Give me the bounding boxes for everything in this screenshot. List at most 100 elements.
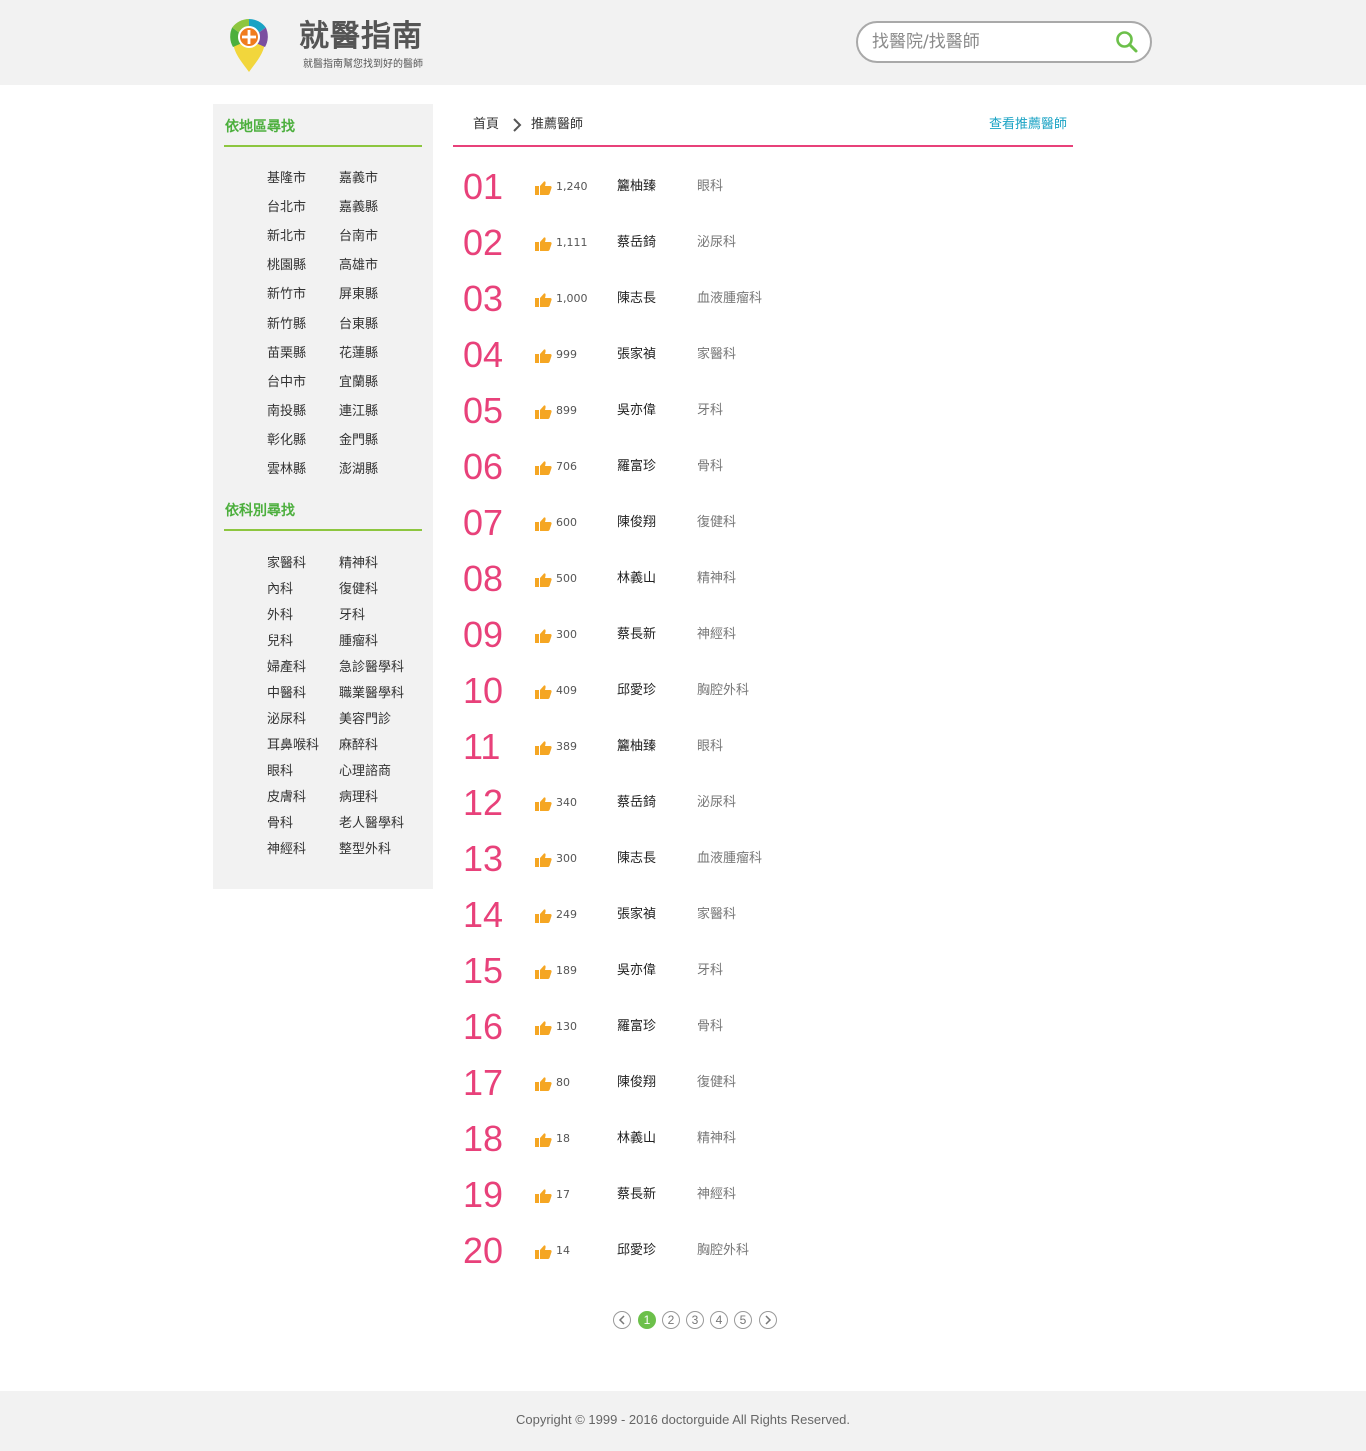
doctor-name-link[interactable]: 蔡岳錡 bbox=[617, 794, 656, 812]
doctor-name-link[interactable]: 陳俊翔 bbox=[617, 514, 656, 532]
region-link[interactable]: 嘉義縣 bbox=[339, 199, 378, 217]
thumbs-up-icon[interactable] bbox=[535, 1188, 552, 1203]
thumbs-up-icon[interactable] bbox=[535, 1244, 552, 1259]
thumbs-up-icon[interactable] bbox=[535, 1020, 552, 1035]
region-link[interactable]: 新北市 bbox=[267, 228, 306, 246]
department-link[interactable]: 耳鼻喉科 bbox=[267, 737, 319, 755]
department-link[interactable]: 復健科 bbox=[339, 581, 378, 599]
region-link[interactable]: 台東縣 bbox=[339, 316, 378, 334]
thumbs-up-icon[interactable] bbox=[535, 292, 552, 307]
doctor-name-link[interactable]: 邱愛珍 bbox=[617, 682, 656, 700]
thumbs-up-icon[interactable] bbox=[535, 964, 552, 979]
thumbs-up-icon[interactable] bbox=[535, 908, 552, 923]
region-link[interactable]: 嘉義市 bbox=[339, 170, 378, 188]
doctor-name-link[interactable]: 籭柚臻 bbox=[617, 738, 656, 756]
breadcrumb-home[interactable]: 首頁 bbox=[473, 116, 499, 134]
region-link[interactable]: 連江縣 bbox=[339, 403, 378, 421]
region-link[interactable]: 金門縣 bbox=[339, 432, 378, 450]
doctor-name-link[interactable]: 吳亦偉 bbox=[617, 402, 656, 420]
department-link[interactable]: 麻醉科 bbox=[339, 737, 378, 755]
department-link[interactable]: 職業醫學科 bbox=[339, 685, 404, 703]
department-link[interactable]: 整型外科 bbox=[339, 841, 391, 859]
department-link[interactable]: 腫瘤科 bbox=[339, 633, 378, 651]
thumbs-up-icon[interactable] bbox=[535, 348, 552, 363]
region-link[interactable]: 高雄市 bbox=[339, 257, 378, 275]
region-link[interactable]: 屏東縣 bbox=[339, 286, 378, 304]
thumbs-up-icon[interactable] bbox=[535, 1132, 552, 1147]
department-link[interactable]: 眼科 bbox=[267, 763, 293, 781]
region-link[interactable]: 新竹縣 bbox=[267, 316, 306, 334]
department-link[interactable]: 泌尿科 bbox=[267, 711, 306, 729]
thumbs-up-icon[interactable] bbox=[535, 516, 552, 531]
region-link[interactable]: 台中市 bbox=[267, 374, 306, 392]
region-link[interactable]: 苗栗縣 bbox=[267, 345, 306, 363]
department-link[interactable]: 皮膚科 bbox=[267, 789, 306, 807]
page-button[interactable]: 2 bbox=[662, 1311, 680, 1329]
doctor-name-link[interactable]: 蔡岳錡 bbox=[617, 234, 656, 252]
region-link[interactable]: 桃園縣 bbox=[267, 257, 306, 275]
doctor-name-link[interactable]: 蔡長新 bbox=[617, 626, 656, 644]
department-link[interactable]: 心理諮商 bbox=[339, 763, 391, 781]
department-link[interactable]: 婦產科 bbox=[267, 659, 306, 677]
page-button[interactable]: 4 bbox=[710, 1311, 728, 1329]
thumbs-up-icon[interactable] bbox=[535, 236, 552, 251]
doctor-name-link[interactable]: 林義山 bbox=[617, 570, 656, 588]
thumbs-up-icon[interactable] bbox=[535, 852, 552, 867]
doctor-name-link[interactable]: 陳志長 bbox=[617, 850, 656, 868]
doctor-name-link[interactable]: 張家禎 bbox=[617, 346, 656, 364]
region-link[interactable]: 澎湖縣 bbox=[339, 461, 378, 479]
department-link[interactable]: 牙科 bbox=[339, 607, 365, 625]
region-link[interactable]: 新竹市 bbox=[267, 286, 306, 304]
region-link[interactable]: 雲林縣 bbox=[267, 461, 306, 479]
region-link[interactable]: 基隆市 bbox=[267, 170, 306, 188]
thumbs-up-icon[interactable] bbox=[535, 404, 552, 419]
thumbs-up-icon[interactable] bbox=[535, 684, 552, 699]
view-recommended-link[interactable]: 查看推薦醫師 bbox=[989, 116, 1067, 134]
thumbs-up-icon[interactable] bbox=[535, 180, 552, 195]
doctor-name-link[interactable]: 張家禎 bbox=[617, 906, 656, 924]
department-link[interactable]: 兒科 bbox=[267, 633, 293, 651]
department-link[interactable]: 骨科 bbox=[267, 815, 293, 833]
department-link[interactable]: 病理科 bbox=[339, 789, 378, 807]
department-link[interactable]: 神經科 bbox=[267, 841, 306, 859]
doctor-name-link[interactable]: 林義山 bbox=[617, 1130, 656, 1148]
region-link[interactable]: 台北市 bbox=[267, 199, 306, 217]
doctor-name-link[interactable]: 蔡長新 bbox=[617, 1186, 656, 1204]
doctor-name-link[interactable]: 吳亦偉 bbox=[617, 962, 656, 980]
thumbs-up-icon[interactable] bbox=[535, 460, 552, 475]
doctor-name-link[interactable]: 羅富珍 bbox=[617, 1018, 656, 1036]
thumbs-up-icon[interactable] bbox=[535, 796, 552, 811]
department-link[interactable]: 急診醫學科 bbox=[339, 659, 404, 677]
thumbs-up-icon[interactable] bbox=[535, 1076, 552, 1091]
region-link[interactable]: 台南市 bbox=[339, 228, 378, 246]
department-link[interactable]: 外科 bbox=[267, 607, 293, 625]
region-link[interactable]: 宜蘭縣 bbox=[339, 374, 378, 392]
next-page-button[interactable] bbox=[759, 1311, 777, 1329]
page-button[interactable]: 5 bbox=[734, 1311, 752, 1329]
region-link[interactable]: 花蓮縣 bbox=[339, 345, 378, 363]
doctor-name-link[interactable]: 陳俊翔 bbox=[617, 1074, 656, 1092]
vote-count: 340 bbox=[556, 796, 577, 809]
logo-pin-icon[interactable] bbox=[229, 15, 269, 73]
site-title[interactable]: 就醫指南 bbox=[299, 18, 423, 56]
thumbs-up-icon[interactable] bbox=[535, 572, 552, 587]
region-link[interactable]: 彰化縣 bbox=[267, 432, 306, 450]
doctor-name-link[interactable]: 羅富珍 bbox=[617, 458, 656, 476]
doctor-name-link[interactable]: 邱愛珍 bbox=[617, 1242, 656, 1260]
thumbs-up-icon[interactable] bbox=[535, 740, 552, 755]
search-icon[interactable] bbox=[1114, 29, 1140, 55]
department-link[interactable]: 老人醫學科 bbox=[339, 815, 404, 833]
thumbs-up-icon[interactable] bbox=[535, 628, 552, 643]
department-link[interactable]: 家醫科 bbox=[267, 555, 306, 573]
doctor-name-link[interactable]: 陳志長 bbox=[617, 290, 656, 308]
department-link[interactable]: 中醫科 bbox=[267, 685, 306, 703]
region-link[interactable]: 南投縣 bbox=[267, 403, 306, 421]
department-link[interactable]: 精神科 bbox=[339, 555, 378, 573]
page-button[interactable]: 1 bbox=[638, 1311, 656, 1329]
department-link[interactable]: 美容門診 bbox=[339, 711, 391, 729]
department-link[interactable]: 內科 bbox=[267, 581, 293, 599]
doctor-name-link[interactable]: 籭柚臻 bbox=[617, 178, 656, 196]
prev-page-button[interactable] bbox=[613, 1311, 631, 1329]
page-button[interactable]: 3 bbox=[686, 1311, 704, 1329]
search-input[interactable] bbox=[872, 29, 1108, 55]
